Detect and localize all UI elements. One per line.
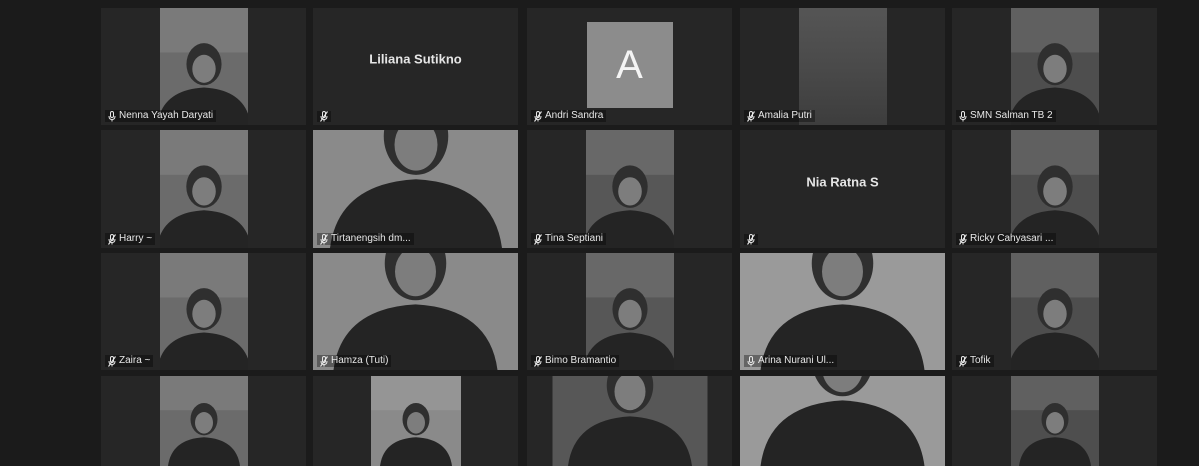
participant-name-label: Zaira ~ [105, 355, 154, 367]
participant-name-label: Arina Nurani Ul... [744, 355, 838, 367]
participant-name: Amalia Putri [758, 110, 812, 121]
participant-tile[interactable] [101, 376, 306, 466]
video-feed [1010, 8, 1099, 125]
participant-display-name: Nia Ratna S [806, 174, 879, 190]
mic-muted-icon [320, 111, 328, 122]
participant-tile[interactable] [527, 376, 732, 466]
participant-name: Andri Sandra [545, 110, 604, 121]
avatar: A [586, 22, 673, 108]
mic-icon [108, 110, 116, 122]
video-feed [740, 253, 945, 370]
mic-muted-icon [959, 355, 967, 367]
video-feed [159, 376, 248, 466]
participant-tile[interactable]: Amalia Putri [740, 8, 945, 125]
video-feed [159, 130, 248, 248]
participant-tile[interactable]: Ricky Cahyasari ... [952, 130, 1157, 248]
participant-name-label: Tina Septiani [531, 233, 606, 245]
video-feed [740, 376, 945, 466]
participant-name: Tirtanengsih dm... [331, 233, 411, 244]
participant-tile[interactable]: SMN Salman TB 2 [952, 8, 1157, 125]
participant-tile[interactable]: Arina Nurani Ul... [740, 253, 945, 370]
video-feed [585, 253, 674, 370]
participant-name-label: Tirtanengsih dm... [317, 233, 414, 245]
mic-muted-icon [534, 233, 542, 245]
video-feed [585, 130, 674, 248]
participant-name: Zaira ~ [119, 355, 151, 366]
participant-name: Arina Nurani Ul... [758, 355, 835, 366]
participant-display-name: Liliana Sutikno [369, 51, 462, 67]
video-feed [313, 253, 518, 370]
participant-tile[interactable] [740, 376, 945, 466]
participant-name: Nenna Yayah Daryati [119, 110, 214, 121]
participant-tile[interactable] [313, 376, 518, 466]
video-feed [1010, 376, 1099, 466]
participant-name-label: Amalia Putri [744, 110, 815, 122]
participant-tile[interactable]: Nia Ratna S [740, 130, 945, 248]
mic-muted-icon [534, 355, 542, 367]
video-feed [1010, 253, 1099, 370]
participant-name: Tina Septiani [545, 233, 603, 244]
participant-tile[interactable]: Zaira ~ [101, 253, 306, 370]
mic-icon [747, 355, 755, 367]
video-gallery-grid: Nenna Yayah Daryati Liliana Sutikno A Andri… [0, 0, 1199, 466]
participant-tile[interactable]: Bimo Bramantio [527, 253, 732, 370]
video-feed [370, 376, 461, 466]
video-feed [159, 253, 248, 370]
video-feed [798, 8, 887, 125]
participant-name-label: Nenna Yayah Daryati [105, 110, 217, 122]
mic-muted-icon [108, 233, 116, 245]
participant-tile[interactable]: Tina Septiani [527, 130, 732, 248]
participant-tile[interactable]: A Andri Sandra [527, 8, 732, 125]
participant-name-label: Andri Sandra [531, 110, 607, 122]
participant-tile[interactable] [952, 376, 1157, 466]
participant-tile[interactable]: Nenna Yayah Daryati [101, 8, 306, 125]
mic-muted-icon [747, 110, 755, 122]
participant-tile[interactable]: Hamza (Tuti) [313, 253, 518, 370]
participant-name: Tofik [970, 355, 991, 366]
video-feed [159, 8, 248, 125]
participant-name-label [744, 234, 758, 245]
mic-muted-icon [959, 233, 967, 245]
mic-muted-icon [320, 355, 328, 367]
participant-tile[interactable]: Liliana Sutikno [313, 8, 518, 125]
participant-name: SMN Salman TB 2 [970, 110, 1053, 121]
video-feed [552, 376, 707, 466]
mic-muted-icon [108, 355, 116, 367]
video-feed [313, 130, 518, 248]
participant-tile[interactable]: Tofik [952, 253, 1157, 370]
participant-name-label: Hamza (Tuti) [317, 355, 392, 367]
mic-muted-icon [747, 234, 755, 245]
participant-name-label: Ricky Cahyasari ... [956, 233, 1057, 245]
video-feed [1010, 130, 1099, 248]
participant-name: Hamza (Tuti) [331, 355, 389, 366]
participant-tile[interactable]: Tirtanengsih dm... [313, 130, 518, 248]
mic-icon [959, 110, 967, 122]
participant-name: Ricky Cahyasari ... [970, 233, 1054, 244]
participant-name-label [317, 111, 331, 122]
participant-tile[interactable]: Harry ~ [101, 130, 306, 248]
participant-name-label: Harry ~ [105, 233, 156, 245]
mic-muted-icon [534, 110, 542, 122]
participant-name-label: SMN Salman TB 2 [956, 110, 1056, 122]
participant-name: Bimo Bramantio [545, 355, 617, 366]
participant-name-label: Tofik [956, 355, 994, 367]
mic-muted-icon [320, 233, 328, 245]
participant-name-label: Bimo Bramantio [531, 355, 620, 367]
participant-name: Harry ~ [119, 233, 153, 244]
